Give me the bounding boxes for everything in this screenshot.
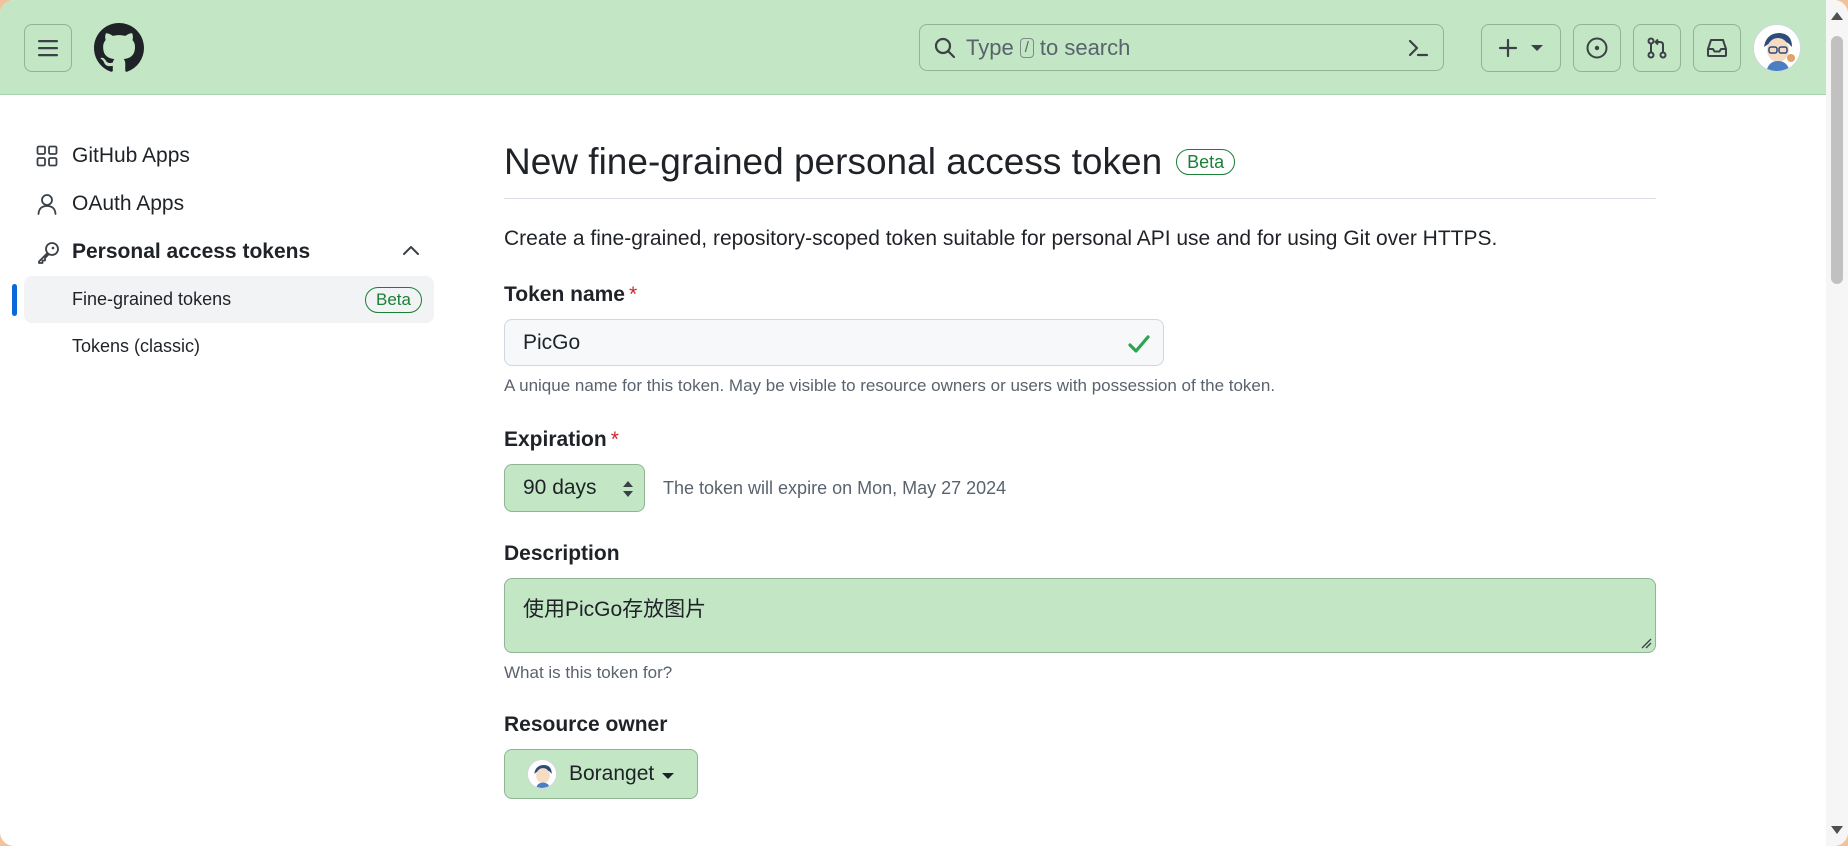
required-marker: * bbox=[610, 428, 619, 451]
user-avatar[interactable] bbox=[1753, 24, 1801, 72]
resource-owner-select[interactable]: Boranget bbox=[504, 749, 698, 799]
token-name-value: PicGo bbox=[523, 330, 581, 354]
apps-grid-icon bbox=[36, 145, 58, 167]
pull-requests-button[interactable] bbox=[1633, 24, 1681, 72]
person-icon bbox=[37, 194, 57, 215]
description-textarea[interactable]: 使用PicGo存放图片 bbox=[504, 578, 1656, 653]
expiration-row: 90 days The token will expire on Mon, Ma… bbox=[504, 464, 1656, 512]
owner-avatar bbox=[527, 759, 557, 789]
settings-sidebar: GitHub Apps OAuth Apps Personal access t… bbox=[12, 132, 434, 370]
create-new-button[interactable] bbox=[1481, 24, 1561, 72]
top-header: Type / to search bbox=[0, 0, 1826, 95]
issues-icon bbox=[1586, 37, 1608, 59]
search-shortcut-key: / bbox=[1019, 37, 1034, 58]
search-input[interactable]: Type / to search bbox=[919, 24, 1444, 71]
chevron-down-icon bbox=[1531, 45, 1543, 51]
owner-avatar-image bbox=[528, 760, 556, 788]
beta-badge: Beta bbox=[365, 287, 422, 313]
menu-button[interactable] bbox=[24, 24, 72, 72]
divider bbox=[504, 198, 1656, 199]
page-header: New fine-grained personal access token B… bbox=[504, 130, 1656, 194]
token-name-field[interactable]: PicGo bbox=[504, 319, 1164, 366]
search-placeholder-suffix: to search bbox=[1039, 34, 1131, 60]
select-arrows-icon bbox=[623, 481, 633, 497]
scroll-down-icon[interactable] bbox=[1831, 826, 1843, 834]
beta-badge: Beta bbox=[1176, 149, 1236, 175]
expiration-selected-value: 90 days bbox=[523, 476, 597, 499]
sidebar-subitem-label: Tokens (classic) bbox=[72, 336, 201, 356]
pull-request-icon bbox=[1647, 37, 1667, 59]
page-intro: Create a fine-grained, repository-scoped… bbox=[504, 227, 1498, 250]
page-title: New fine-grained personal access token bbox=[504, 141, 1163, 182]
main-content: New fine-grained personal access token B… bbox=[504, 130, 1656, 799]
sidebar-item-oauth-apps[interactable]: OAuth Apps bbox=[24, 180, 434, 228]
sidebar-item-fine-grained-tokens[interactable]: Fine-grained tokens Beta bbox=[12, 276, 434, 323]
active-indicator bbox=[12, 284, 17, 316]
search-icon bbox=[934, 37, 956, 58]
menu-icon bbox=[38, 40, 58, 57]
check-icon bbox=[1128, 335, 1150, 353]
description-value: 使用PicGo存放图片 bbox=[523, 598, 707, 621]
github-logo-icon[interactable] bbox=[94, 23, 144, 73]
scroll-up-icon[interactable] bbox=[1831, 12, 1843, 20]
description-hint: What is this token for? bbox=[504, 663, 673, 682]
expiration-note: The token will expire on Mon, May 27 202… bbox=[663, 477, 1007, 498]
caret-down-icon bbox=[662, 772, 675, 779]
avatar-image bbox=[1754, 25, 1800, 71]
expiration-label-text: Expiration bbox=[504, 428, 607, 451]
resource-owner-label: Resource owner bbox=[504, 713, 668, 736]
search-placeholder-prefix: Type bbox=[966, 34, 1014, 60]
key-icon bbox=[38, 242, 59, 264]
sidebar-subitem-label: Fine-grained tokens bbox=[72, 289, 232, 309]
vertical-scrollbar[interactable] bbox=[1826, 0, 1848, 846]
browser-viewport: Type / to search GitHub Apps OAuth Apps … bbox=[0, 0, 1848, 846]
issues-button[interactable] bbox=[1573, 24, 1621, 72]
inbox-button[interactable] bbox=[1693, 24, 1741, 72]
sidebar-item-label: Personal access tokens bbox=[72, 240, 311, 263]
sidebar-item-label: OAuth Apps bbox=[72, 192, 185, 215]
scrollbar-thumb[interactable] bbox=[1831, 36, 1843, 284]
description-label: Description bbox=[504, 542, 620, 565]
sidebar-item-label: GitHub Apps bbox=[72, 144, 190, 167]
resource-owner-value: Boranget bbox=[569, 762, 655, 785]
sidebar-item-tokens-classic[interactable]: Tokens (classic) bbox=[24, 323, 434, 370]
sidebar-item-personal-access-tokens[interactable]: Personal access tokens bbox=[24, 228, 434, 276]
expiration-label: Expiration * bbox=[504, 428, 1656, 452]
expiration-select[interactable]: 90 days bbox=[504, 464, 645, 512]
command-palette-icon[interactable] bbox=[1407, 37, 1429, 59]
chevron-up-icon[interactable] bbox=[402, 244, 420, 256]
token-name-label: Token name * bbox=[504, 283, 1656, 307]
resize-handle-icon[interactable] bbox=[1640, 637, 1652, 649]
inbox-icon bbox=[1707, 39, 1727, 57]
token-name-hint: A unique name for this token. May be vis… bbox=[504, 376, 1276, 395]
sidebar-item-github-apps[interactable]: GitHub Apps bbox=[24, 132, 434, 180]
required-marker: * bbox=[628, 283, 638, 306]
plus-icon bbox=[1498, 38, 1518, 58]
token-name-label-text: Token name bbox=[504, 283, 625, 306]
